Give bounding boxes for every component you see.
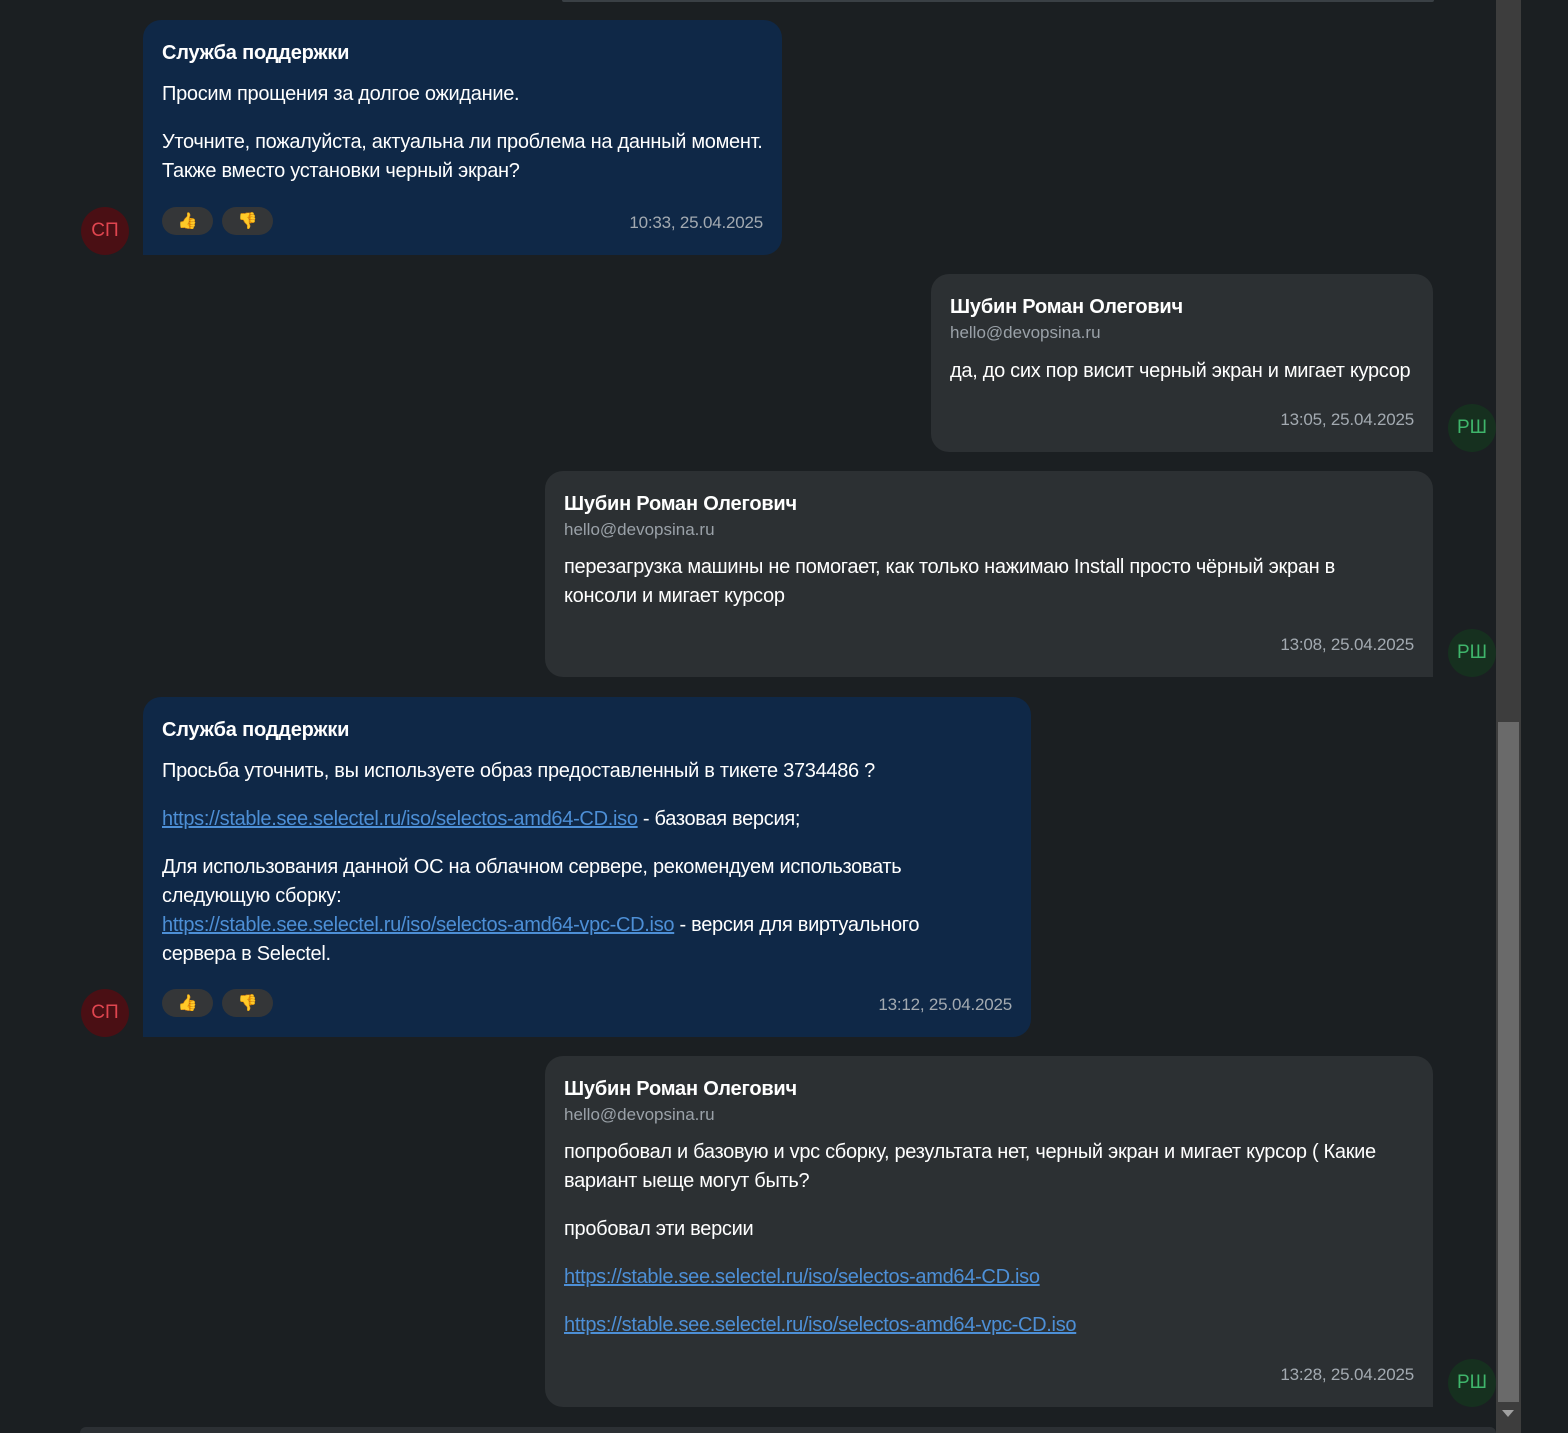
message-body: да, до сих пор висит черный экран и мига…: [950, 357, 1414, 386]
sender-email: hello@devopsina.ru: [564, 1105, 715, 1124]
message-text: перезагрузка машины не помогает, как тол…: [564, 556, 1335, 607]
link-description: - базовая версия;: [637, 808, 801, 830]
iso-link-vpc[interactable]: https://stable.see.selectel.ru/iso/selec…: [564, 1314, 1077, 1336]
message-timestamp: 13:12, 25.04.2025: [878, 995, 1012, 1014]
message-timestamp: 13:08, 25.04.2025: [1280, 635, 1414, 654]
avatar-support: СП: [81, 207, 129, 255]
message-footer: 👍 👎 10:33, 25.04.2025: [162, 207, 763, 235]
sender-name: Служба поддержки: [162, 719, 350, 741]
message-text: Уточните, пожалуйста, актуальна ли пробл…: [162, 128, 763, 186]
message-timestamp: 13:05, 25.04.2025: [1280, 410, 1414, 429]
message-timestamp: 13:28, 25.04.2025: [1280, 1365, 1414, 1384]
message-body: Просим прощения за долгое ожидание. Уточ…: [162, 80, 763, 186]
avatar-user: РШ: [1448, 629, 1496, 677]
message-text: Просим прощения за долгое ожидание.: [162, 83, 520, 105]
sender-name: Служба поддержки: [162, 42, 350, 64]
sender-name: Шубин Роман Олегович: [564, 493, 797, 515]
thumbs-up-icon: 👍: [177, 213, 198, 230]
thumbs-up-icon: 👍: [177, 995, 198, 1012]
message-text: https://stable.see.selectel.ru/iso/selec…: [564, 1263, 1404, 1292]
scroll-down-arrow-icon[interactable]: [1502, 1410, 1514, 1417]
thumbs-down-icon: 👎: [237, 213, 258, 230]
reactions: 👍 👎: [162, 207, 273, 235]
avatar-support: СП: [81, 989, 129, 1037]
message-body: попробовал и базовую и vpc сборку, резул…: [564, 1138, 1414, 1340]
message-input-edge: [80, 1427, 1496, 1433]
thumbs-up-button[interactable]: 👍: [162, 989, 213, 1017]
support-message: Служба поддержки Просим прощения за долг…: [143, 20, 782, 255]
sender-name: Шубин Роман Олегович: [950, 296, 1183, 318]
message-text: да, до сих пор висит черный экран и мига…: [950, 360, 1411, 382]
avatar-user: РШ: [1448, 404, 1496, 452]
thumbs-down-button[interactable]: 👎: [222, 989, 273, 1017]
message-body: перезагрузка машины не помогает, как тол…: [564, 553, 1414, 611]
user-message: Шубин Роман Олегович hello@devopsina.ru …: [931, 274, 1433, 452]
message-text-line: Также вместо установки черный экран?: [162, 160, 520, 182]
message-text-line: Для использования данной ОС на облачном …: [162, 856, 902, 907]
message-body: Просьба уточнить, вы используете образ п…: [162, 757, 1012, 969]
sender-email: hello@devopsina.ru: [564, 520, 715, 539]
user-message: Шубин Роман Олегович hello@devopsina.ru …: [545, 471, 1433, 677]
reactions: 👍 👎: [162, 989, 273, 1017]
thumbs-down-button[interactable]: 👎: [222, 207, 273, 235]
user-message: Шубин Роман Олегович hello@devopsina.ru …: [545, 1056, 1433, 1407]
message-footer: 13:05, 25.04.2025: [950, 404, 1414, 432]
message-text: Просьба уточнить, вы используете образ п…: [162, 760, 875, 782]
message-footer: 👍 👎 13:12, 25.04.2025: [162, 989, 1012, 1017]
avatar-user: РШ: [1448, 1359, 1496, 1407]
sender-email: hello@devopsina.ru: [950, 323, 1101, 342]
support-message: Служба поддержки Просьба уточнить, вы ис…: [143, 697, 1031, 1037]
message-text: https://stable.see.selectel.ru/iso/selec…: [564, 1311, 1404, 1340]
message-text: https://stable.see.selectel.ru/iso/selec…: [162, 805, 922, 834]
thumbs-up-button[interactable]: 👍: [162, 207, 213, 235]
thumbs-down-icon: 👎: [237, 995, 258, 1012]
iso-link-base[interactable]: https://stable.see.selectel.ru/iso/selec…: [162, 808, 638, 830]
iso-link-vpc[interactable]: https://stable.see.selectel.ru/iso/selec…: [162, 914, 675, 936]
message-footer: 13:28, 25.04.2025: [564, 1359, 1414, 1387]
chat-viewport: Служба поддержки Просим прощения за долг…: [0, 0, 1568, 1433]
message-text: Для использования данной ОС на облачном …: [162, 853, 922, 969]
previous-message-edge: [562, 0, 1434, 2]
message-text: пробовал эти версии: [564, 1218, 754, 1240]
message-footer: 13:08, 25.04.2025: [564, 629, 1414, 657]
iso-link-base[interactable]: https://stable.see.selectel.ru/iso/selec…: [564, 1266, 1040, 1288]
scrollbar[interactable]: [1496, 0, 1521, 1433]
scrollbar-thumb[interactable]: [1498, 722, 1519, 1402]
sender-name: Шубин Роман Олегович: [564, 1078, 797, 1100]
message-text-line: Уточните, пожалуйста, актуальна ли пробл…: [162, 131, 763, 153]
message-timestamp: 10:33, 25.04.2025: [629, 213, 763, 232]
message-text: попробовал и базовую и vpc сборку, резул…: [564, 1141, 1376, 1192]
